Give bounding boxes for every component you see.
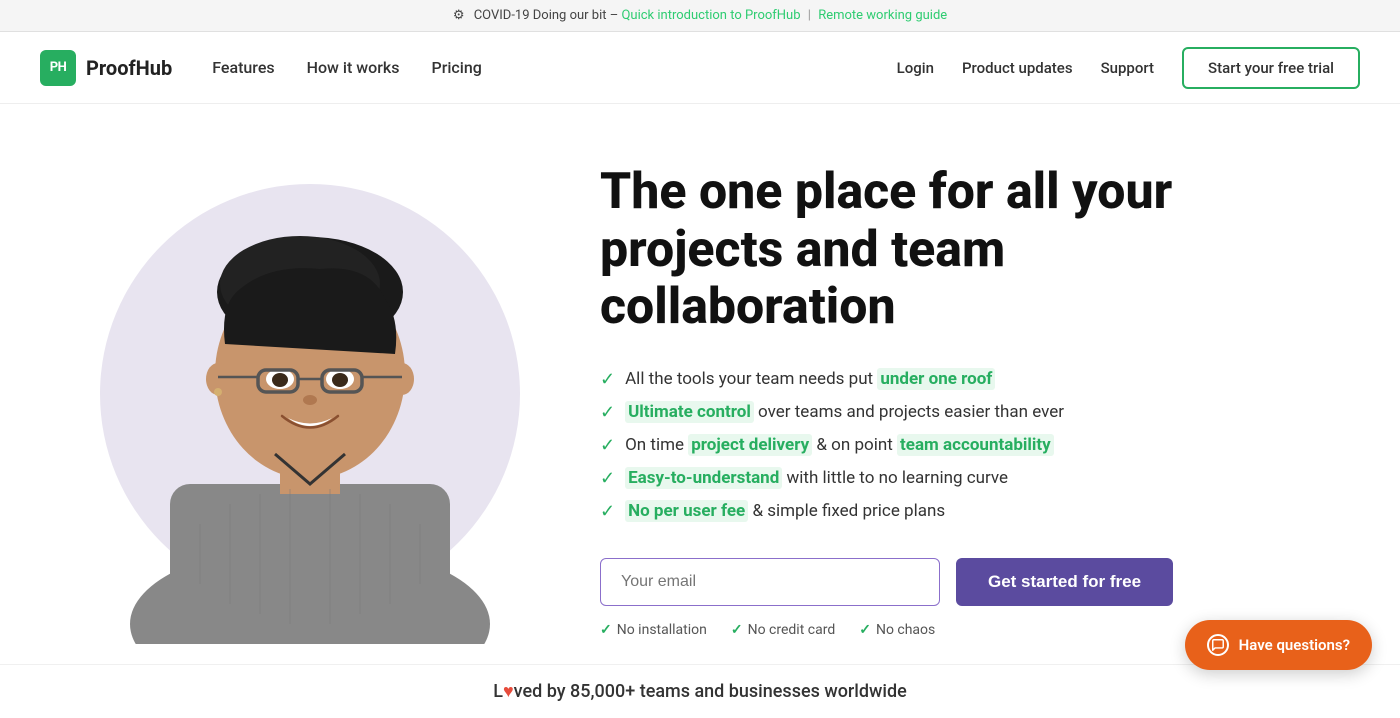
top-banner: ⚙ COVID-19 Doing our bit – Quick introdu…	[0, 0, 1400, 32]
heart-icon: ♥	[503, 681, 514, 702]
logo-initials: PH	[50, 60, 67, 75]
highlight-4: Easy-to-understand	[625, 467, 782, 489]
hero-person-image	[110, 144, 510, 644]
hero-image-area	[60, 144, 540, 644]
hero-section: The one place for all your projects and …	[0, 104, 1400, 664]
gear-icon: ⚙	[453, 8, 465, 23]
nav-how-it-works[interactable]: How it works	[307, 58, 400, 77]
check-no-install: ✓	[600, 622, 612, 638]
nav-links: Features How it works Pricing	[212, 58, 896, 77]
no-credit-card: ✓ No credit card	[731, 622, 835, 638]
feature-item-4: ✓ Easy-to-understand with little to no l…	[600, 468, 1340, 489]
logo-box: PH	[40, 50, 76, 86]
chat-label: Have questions?	[1239, 636, 1350, 654]
hero-content: The one place for all your projects and …	[540, 144, 1340, 638]
check-icon-2: ✓	[600, 402, 615, 423]
nav-support[interactable]: Support	[1101, 59, 1154, 77]
chat-bubble[interactable]: Have questions?	[1185, 620, 1372, 670]
highlight-2: Ultimate control	[625, 401, 754, 423]
banner-prefix: COVID-19 Doing our bit –	[474, 8, 619, 23]
highlight-5: No per user fee	[625, 500, 748, 522]
highlight-3b: team accountability	[897, 434, 1054, 456]
highlight-1: under one roof	[877, 368, 995, 390]
navbar: PH ProofHub Features How it works Pricin…	[0, 32, 1400, 104]
banner-link1[interactable]: Quick introduction to ProofHub	[621, 8, 800, 23]
check-no-cc: ✓	[731, 622, 743, 638]
logo-name: ProofHub	[86, 56, 172, 80]
check-icon-4: ✓	[600, 468, 615, 489]
nav-login[interactable]: Login	[897, 59, 934, 77]
check-icon-1: ✓	[600, 369, 615, 390]
feature-item-5: ✓ No per user fee & simple fixed price p…	[600, 501, 1340, 522]
email-input[interactable]	[600, 558, 940, 606]
feature-item-1: ✓ All the tools your team needs put unde…	[600, 369, 1340, 390]
feature-list: ✓ All the tools your team needs put unde…	[600, 369, 1340, 522]
nav-right: Login Product updates Support Start your…	[897, 47, 1360, 89]
check-no-chaos: ✓	[859, 622, 871, 638]
hero-title: The one place for all your projects and …	[600, 164, 1220, 337]
logo-link[interactable]: PH ProofHub	[40, 50, 172, 86]
nav-features[interactable]: Features	[212, 58, 274, 77]
banner-link2[interactable]: Remote working guide	[818, 8, 947, 23]
chat-icon	[1207, 634, 1229, 656]
check-icon-5: ✓	[600, 501, 615, 522]
banner-separator: |	[808, 8, 811, 23]
loved-bar: L♥ved by 85,000+ teams and businesses wo…	[0, 664, 1400, 718]
cta-row: Get started for free	[600, 558, 1340, 606]
start-trial-button[interactable]: Start your free trial	[1182, 47, 1360, 89]
no-installation: ✓ No installation	[600, 622, 707, 638]
feature-item-3: ✓ On time project delivery & on point te…	[600, 435, 1340, 456]
nav-product-updates[interactable]: Product updates	[962, 59, 1073, 77]
nav-pricing[interactable]: Pricing	[431, 58, 481, 77]
feature-item-2: ✓ Ultimate control over teams and projec…	[600, 402, 1340, 423]
highlight-3a: project delivery	[688, 434, 812, 456]
get-started-button[interactable]: Get started for free	[956, 558, 1173, 606]
check-icon-3: ✓	[600, 435, 615, 456]
no-chaos: ✓ No chaos	[859, 622, 935, 638]
